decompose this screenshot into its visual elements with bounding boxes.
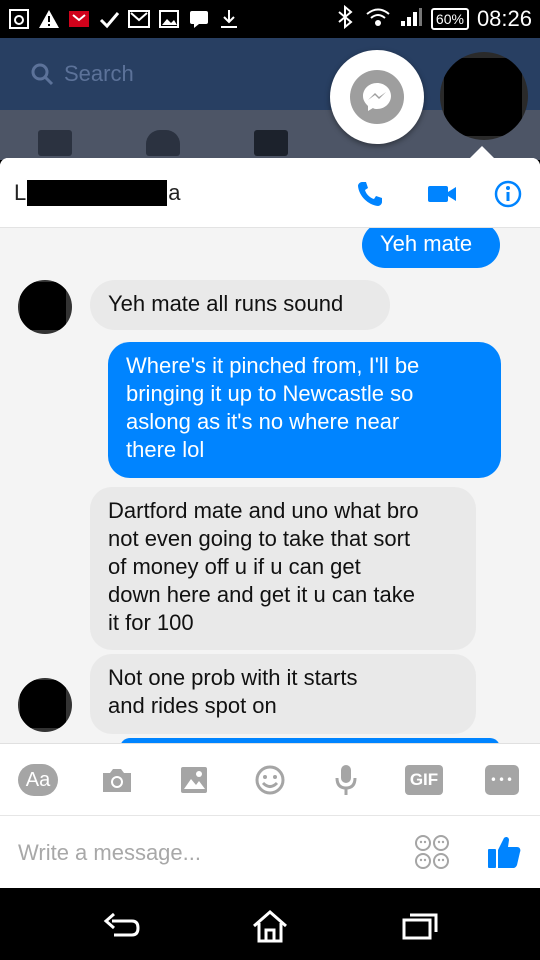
check-icon: [94, 0, 124, 38]
stickers-button[interactable]: [414, 834, 450, 870]
emoji-button[interactable]: [250, 760, 290, 800]
messages-tab-icon[interactable]: [254, 130, 288, 156]
message-line: down here and get it u can take: [108, 582, 415, 607]
text-style-button[interactable]: Aa: [18, 760, 58, 800]
message-text: Yeh mate: [380, 231, 473, 256]
message-bubble-incoming[interactable]: Not one prob with it starts and rides sp…: [90, 654, 476, 734]
clock: 08:26: [476, 6, 532, 31]
friends-tab-icon[interactable]: [146, 130, 180, 156]
message-text: Yeh mate all runs sound: [108, 291, 344, 316]
title-start: L: [14, 180, 27, 205]
video-camera-icon: [428, 186, 456, 202]
battery-indicator: 60%: [430, 8, 469, 30]
conversation-header: L a: [0, 158, 540, 228]
gallery-icon: [154, 0, 184, 38]
recent-apps-icon: [402, 913, 438, 940]
chathead-pointer: [468, 146, 496, 160]
messenger-chathead-button[interactable]: [330, 50, 424, 144]
info-icon: [494, 180, 522, 208]
message-icon: [184, 0, 214, 38]
redaction-box: [20, 680, 66, 728]
text-style-label: Aa: [18, 764, 58, 796]
message-line: of money off u if u can get: [108, 554, 361, 579]
image-icon: [181, 767, 207, 793]
back-button[interactable]: [97, 906, 147, 946]
like-button[interactable]: [484, 832, 524, 872]
messenger-icon: [350, 70, 404, 124]
more-label: •••: [485, 765, 519, 795]
photo-icon: [4, 0, 34, 38]
search-bar[interactable]: Search: [30, 56, 330, 92]
title-end: a: [168, 180, 181, 205]
message-line: Dartford mate and uno what bro: [108, 498, 419, 523]
title-redaction: [27, 180, 168, 206]
contact-avatar[interactable]: [18, 678, 72, 732]
video-call-button[interactable]: [424, 176, 460, 212]
gallery-button[interactable]: [174, 760, 214, 800]
message-input[interactable]: [18, 836, 378, 870]
message-line: there lol: [126, 437, 205, 462]
camera-button[interactable]: [97, 760, 137, 800]
recent-apps-button[interactable]: [395, 906, 445, 946]
redaction-box: [20, 282, 66, 330]
notification-icon: [64, 0, 94, 38]
contact-chathead-avatar[interactable]: [440, 52, 528, 140]
microphone-icon: [335, 765, 357, 795]
message-bubble-outgoing[interactable]: Where's it pinched from, I'll be bringin…: [108, 342, 501, 478]
wifi-icon: [365, 6, 391, 32]
composer-toolbar: Aa GIF •••: [0, 743, 540, 815]
message-line: aslong as it's no where near: [126, 409, 400, 434]
search-icon: [31, 63, 54, 86]
camera-icon: [103, 769, 131, 792]
message-bubble-outgoing[interactable]: Yeh mate: [362, 228, 500, 268]
voice-button[interactable]: [326, 760, 366, 800]
thumbs-up-icon: [488, 836, 521, 868]
news-feed-tab-icon[interactable]: [38, 130, 72, 156]
home-button[interactable]: [245, 906, 295, 946]
contact-avatar[interactable]: [18, 280, 72, 334]
phone-icon: [358, 182, 382, 206]
gif-button[interactable]: GIF: [404, 760, 444, 800]
smiley-icon: [255, 765, 285, 795]
bluetooth-icon: [333, 4, 357, 33]
conversation-panel: L a Yeh mate Yeh mate all runs sound Whe…: [0, 158, 540, 888]
download-icon: [214, 0, 244, 38]
status-bar: 60% 08:26: [0, 0, 540, 38]
back-arrow-icon: [103, 912, 140, 937]
call-button[interactable]: [352, 176, 388, 212]
sticker-faces-icon: [415, 835, 449, 869]
message-bubble-incoming[interactable]: Yeh mate all runs sound: [90, 280, 390, 330]
message-line: it for 100: [108, 610, 194, 635]
android-nav-bar: [0, 888, 540, 960]
message-list[interactable]: Yeh mate Yeh mate all runs sound Where's…: [0, 228, 540, 743]
signal-icon: [399, 6, 423, 32]
message-line: Not one prob with it starts: [108, 665, 358, 690]
message-line: and rides spot on: [108, 693, 277, 718]
more-button[interactable]: •••: [482, 760, 522, 800]
redaction-box: [444, 58, 522, 136]
home-icon: [253, 910, 287, 943]
conversation-title[interactable]: L a: [14, 178, 181, 208]
info-button[interactable]: [490, 176, 526, 212]
message-line: Where's it pinched from, I'll be: [126, 353, 420, 378]
warning-icon: [34, 0, 64, 38]
message-line: not even going to take that sort: [108, 526, 411, 551]
message-line: bringing it up to Newcastle so: [126, 381, 414, 406]
message-composer: [0, 815, 540, 888]
gmail-icon: [124, 0, 154, 38]
message-bubble-incoming[interactable]: Dartford mate and uno what bro not even …: [90, 487, 476, 650]
search-placeholder: Search: [64, 61, 134, 86]
gif-label: GIF: [405, 765, 443, 795]
